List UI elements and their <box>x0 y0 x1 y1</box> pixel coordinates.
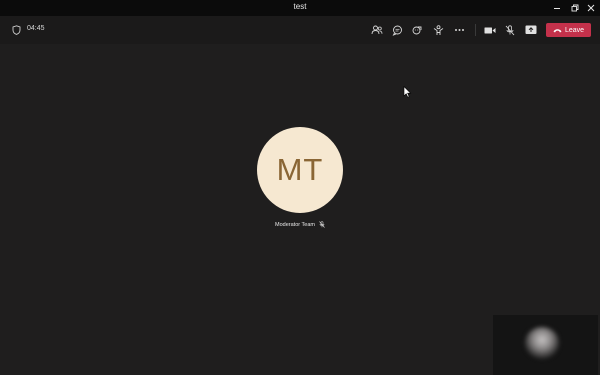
phone-hangup-icon <box>553 28 562 33</box>
toolbar-divider <box>475 24 476 36</box>
people-icon[interactable] <box>369 16 385 44</box>
more-icon[interactable] <box>451 16 467 44</box>
chat-icon[interactable] <box>389 16 405 44</box>
camera-icon[interactable] <box>482 16 498 44</box>
minimize-icon[interactable] <box>548 0 566 16</box>
window-titlebar: test <box>0 0 600 16</box>
call-timer: 04:45 <box>27 25 45 32</box>
window-title: test <box>293 2 307 11</box>
participant-name: Moderator Team <box>275 221 315 228</box>
participant-label: Moderator Team <box>240 221 360 228</box>
mic-muted-icon <box>319 221 325 228</box>
leave-button[interactable]: Leave <box>546 23 591 37</box>
avatar-initials: MT <box>276 152 324 187</box>
react-icon[interactable] <box>409 16 425 44</box>
meeting-toolbar: 04:45 <box>0 16 600 44</box>
self-view-video[interactable] <box>493 315 598 375</box>
mic-muted-icon[interactable] <box>502 16 518 44</box>
shield-icon <box>10 16 22 44</box>
self-view-blurred-image <box>525 327 559 359</box>
leave-label: Leave <box>564 26 585 34</box>
close-icon[interactable] <box>582 0 600 16</box>
rooms-icon[interactable] <box>430 16 446 44</box>
mouse-cursor-icon <box>403 86 412 98</box>
participant-avatar: MT <box>257 127 343 213</box>
share-icon[interactable] <box>523 16 539 44</box>
